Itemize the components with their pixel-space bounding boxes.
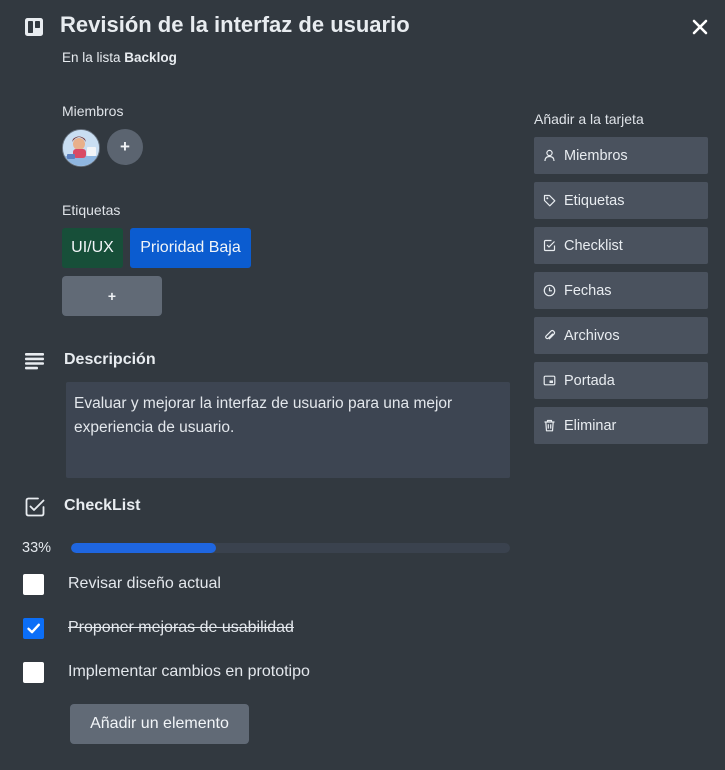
progress-bar — [71, 543, 510, 553]
label-chip-prioridad-baja[interactable]: Prioridad Baja — [130, 228, 251, 268]
sidebar-button-eliminar[interactable]: Eliminar — [534, 407, 708, 444]
sidebar-button-label: Miembros — [564, 147, 628, 164]
avatar[interactable] — [62, 129, 100, 167]
list-prefix: En la lista — [62, 50, 121, 65]
sidebar-button-label: Portada — [564, 372, 615, 389]
progress-percent: 33% — [22, 540, 52, 556]
checklist-item-text[interactable]: Revisar diseño actual — [68, 575, 221, 593]
checklist-item-text[interactable]: Proponer mejoras de usabilidad — [68, 619, 294, 637]
close-icon[interactable] — [689, 16, 711, 38]
list-info: En la lista Backlog — [62, 50, 177, 65]
person-icon — [544, 149, 555, 162]
checklist-title: CheckList — [64, 497, 141, 514]
sidebar-button-portada[interactable]: Portada — [534, 362, 708, 399]
checklist-item-text[interactable]: Implementar cambios en prototipo — [68, 663, 310, 681]
tag-icon — [543, 194, 556, 207]
add-checklist-item-button[interactable]: Añadir un elemento — [70, 704, 249, 744]
sidebar-title: Añadir a la tarjeta — [534, 111, 644, 127]
sidebar-button-miembros[interactable]: Miembros — [534, 137, 708, 174]
sidebar-button-label: Fechas — [564, 282, 612, 299]
paperclip-icon — [545, 329, 556, 340]
sidebar-button-label: Archivos — [564, 327, 620, 344]
sidebar-button-fechas[interactable]: Fechas — [534, 272, 708, 309]
trash-icon — [544, 419, 555, 432]
description-title: Descripción — [64, 351, 156, 368]
description-icon — [25, 353, 44, 370]
label-chip-uiux[interactable]: UI/UX — [62, 228, 123, 268]
checklist-checkbox[interactable] — [23, 574, 44, 595]
sidebar-button-label: Eliminar — [564, 417, 617, 434]
checklist-checkbox[interactable] — [23, 662, 44, 683]
add-member-button[interactable]: + — [107, 129, 143, 165]
checkmark-icon — [27, 623, 40, 634]
checkbox-icon — [543, 239, 556, 252]
members-label: Miembros — [62, 103, 124, 119]
add-label-button[interactable]: + — [62, 276, 162, 316]
sidebar-button-etiquetas[interactable]: Etiquetas — [534, 182, 708, 219]
checklist-icon — [25, 497, 45, 517]
list-name[interactable]: Backlog — [124, 50, 177, 65]
sidebar-button-label: Checklist — [564, 237, 623, 254]
sidebar-button-checklist[interactable]: Checklist — [534, 227, 708, 264]
checklist-checkbox[interactable] — [23, 618, 44, 639]
sidebar-button-archivos[interactable]: Archivos — [534, 317, 708, 354]
card-title: Revisión de la interfaz de usuario — [60, 12, 410, 37]
description-text[interactable]: Evaluar y mejorar la interfaz de usuario… — [66, 382, 510, 478]
card-icon — [25, 18, 43, 36]
cover-icon — [543, 375, 556, 386]
progress-fill — [71, 543, 216, 553]
sidebar-button-label: Etiquetas — [564, 192, 625, 209]
labels-label: Etiquetas — [62, 202, 121, 218]
clock-icon — [543, 284, 556, 297]
